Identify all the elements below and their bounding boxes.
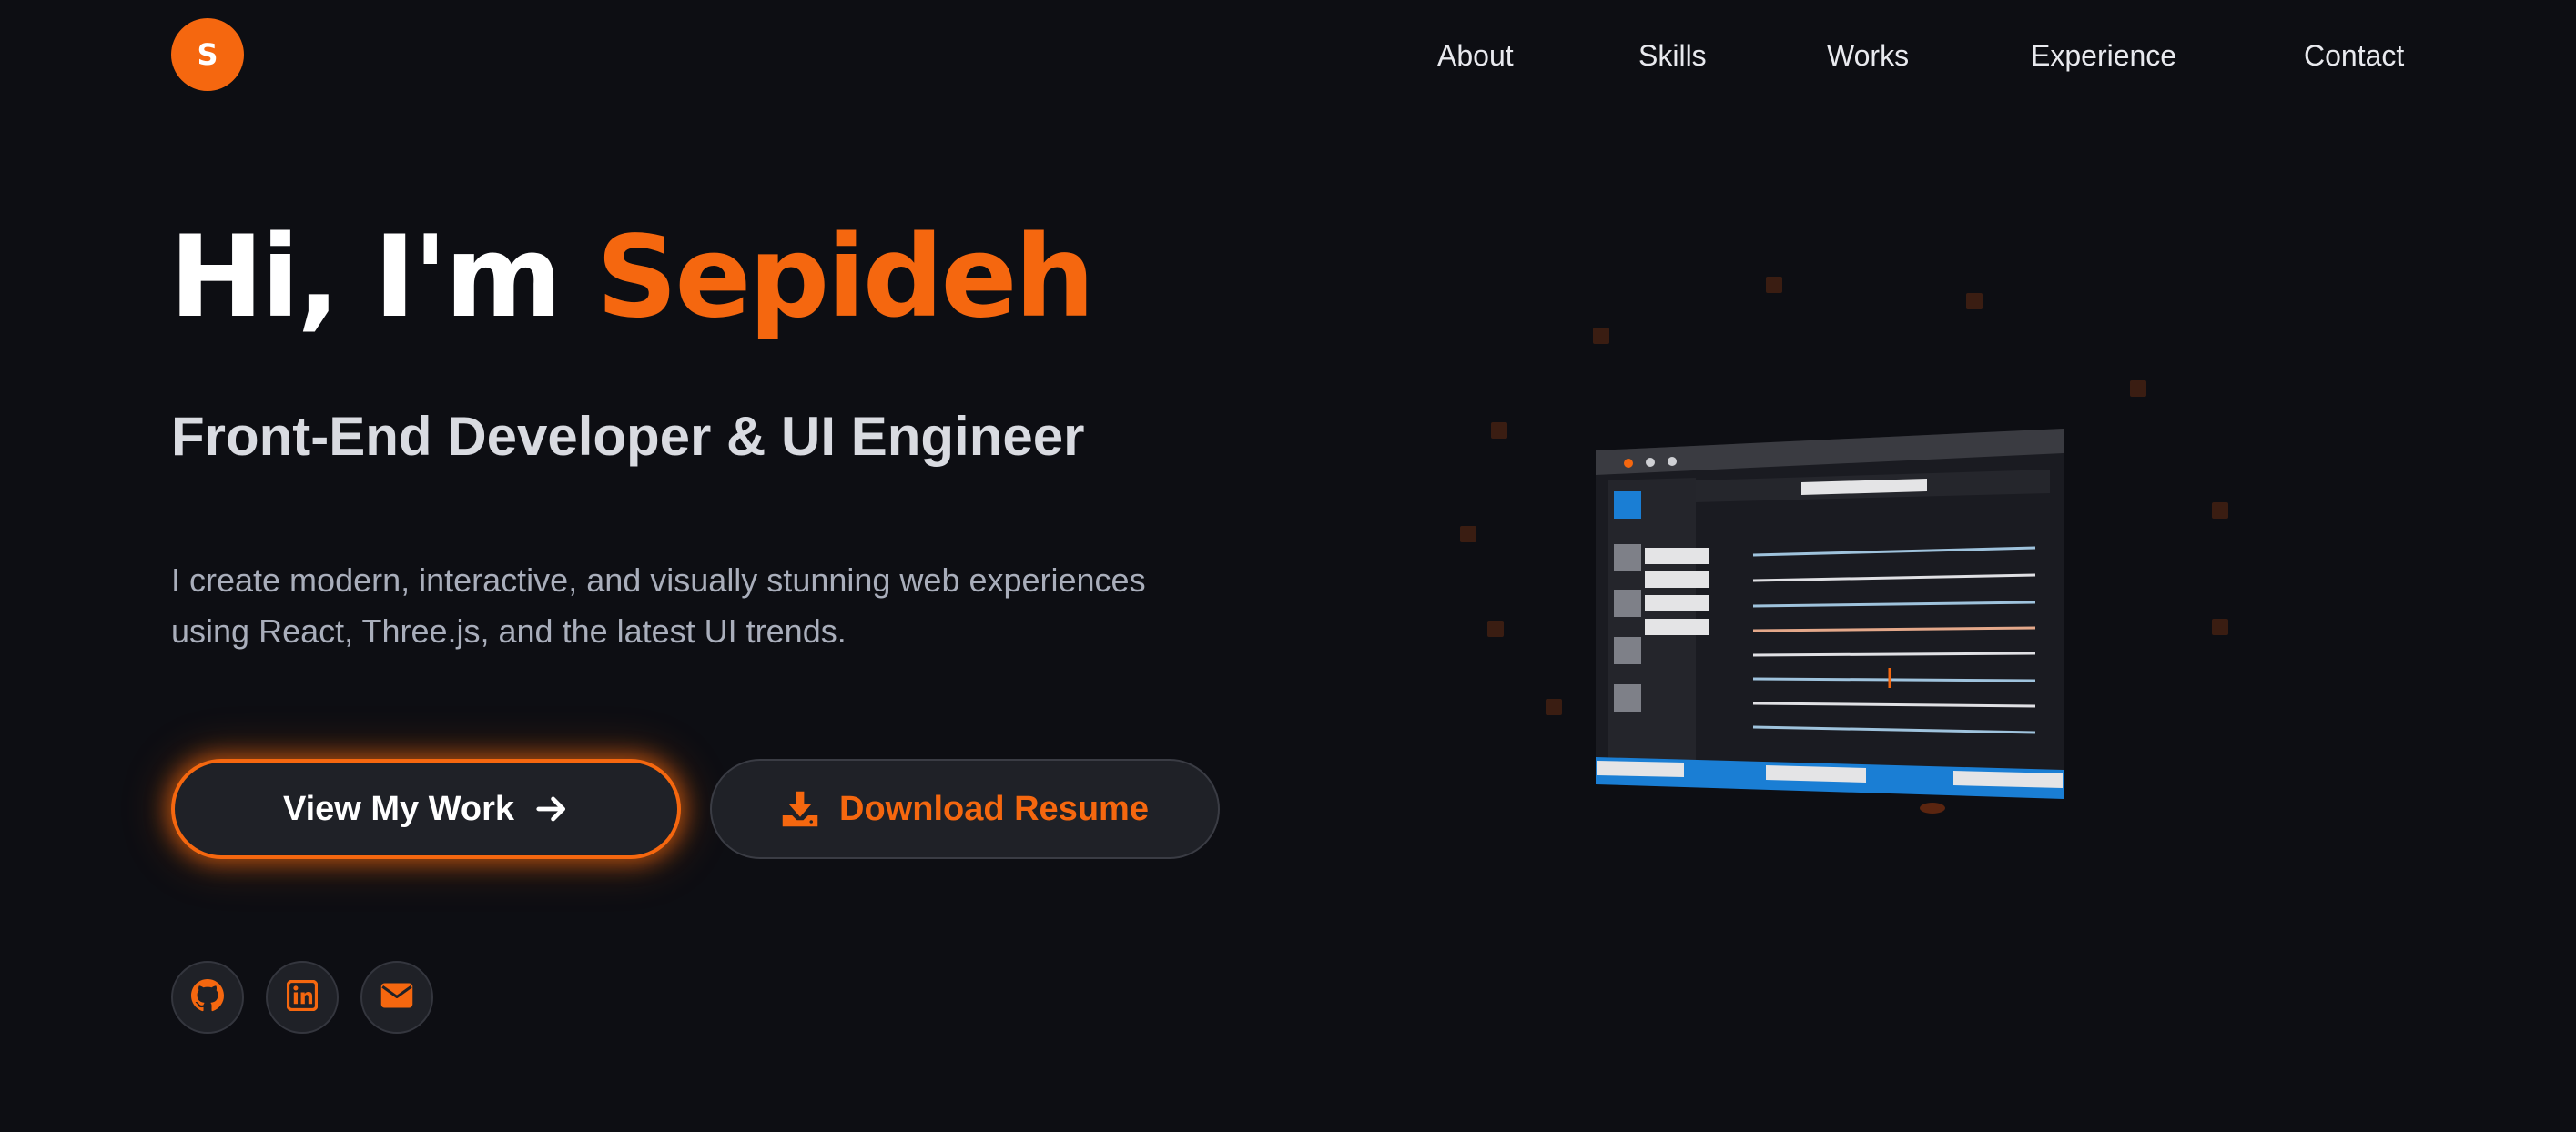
hero-subtitle: Front-End Developer & UI Engineer xyxy=(171,406,1085,467)
hero-title: Hi, I'm Sepideh xyxy=(169,209,1095,346)
hero-3d-scene xyxy=(1420,255,2239,874)
view-work-button[interactable]: View My Work xyxy=(171,759,681,859)
particle xyxy=(1460,526,1476,542)
arrow-right-icon xyxy=(534,792,569,826)
logo-letter: S xyxy=(197,37,218,72)
particle xyxy=(1491,422,1507,439)
hero-description: I create modern, interactive, and visual… xyxy=(171,561,1146,650)
github-icon xyxy=(191,979,224,1016)
download-icon xyxy=(781,790,819,828)
particle xyxy=(1593,328,1609,344)
linkedin-icon xyxy=(286,979,319,1015)
particle xyxy=(1487,621,1504,637)
mail-icon xyxy=(380,982,413,1013)
hero-name: Sepideh xyxy=(596,212,1095,343)
particle xyxy=(2212,619,2228,635)
email-link[interactable] xyxy=(360,961,433,1034)
particle xyxy=(1966,293,1983,309)
particle xyxy=(1546,699,1562,715)
download-resume-label: Download Resume xyxy=(839,789,1149,828)
particle xyxy=(2212,502,2228,519)
hero-greeting: Hi, I'm xyxy=(169,212,563,343)
view-work-label: View My Work xyxy=(282,789,515,828)
nav-link-contact[interactable]: Contact xyxy=(2304,33,2404,78)
nav-link-experience[interactable]: Experience xyxy=(2031,33,2176,78)
nav-link-about[interactable]: About xyxy=(1437,33,1514,78)
particle xyxy=(1766,277,1782,293)
logo-button[interactable]: S xyxy=(171,18,244,91)
github-link[interactable] xyxy=(171,961,244,1034)
nav-link-skills[interactable]: Skills xyxy=(1638,33,1707,78)
particle xyxy=(2130,380,2146,397)
page: S About Skills Works Experience Contact … xyxy=(0,0,2576,1132)
code-editor-illustration xyxy=(1596,429,2064,814)
download-resume-button[interactable]: Download Resume xyxy=(710,759,1220,859)
linkedin-link[interactable] xyxy=(266,961,339,1034)
nav-link-works[interactable]: Works xyxy=(1827,33,1909,78)
